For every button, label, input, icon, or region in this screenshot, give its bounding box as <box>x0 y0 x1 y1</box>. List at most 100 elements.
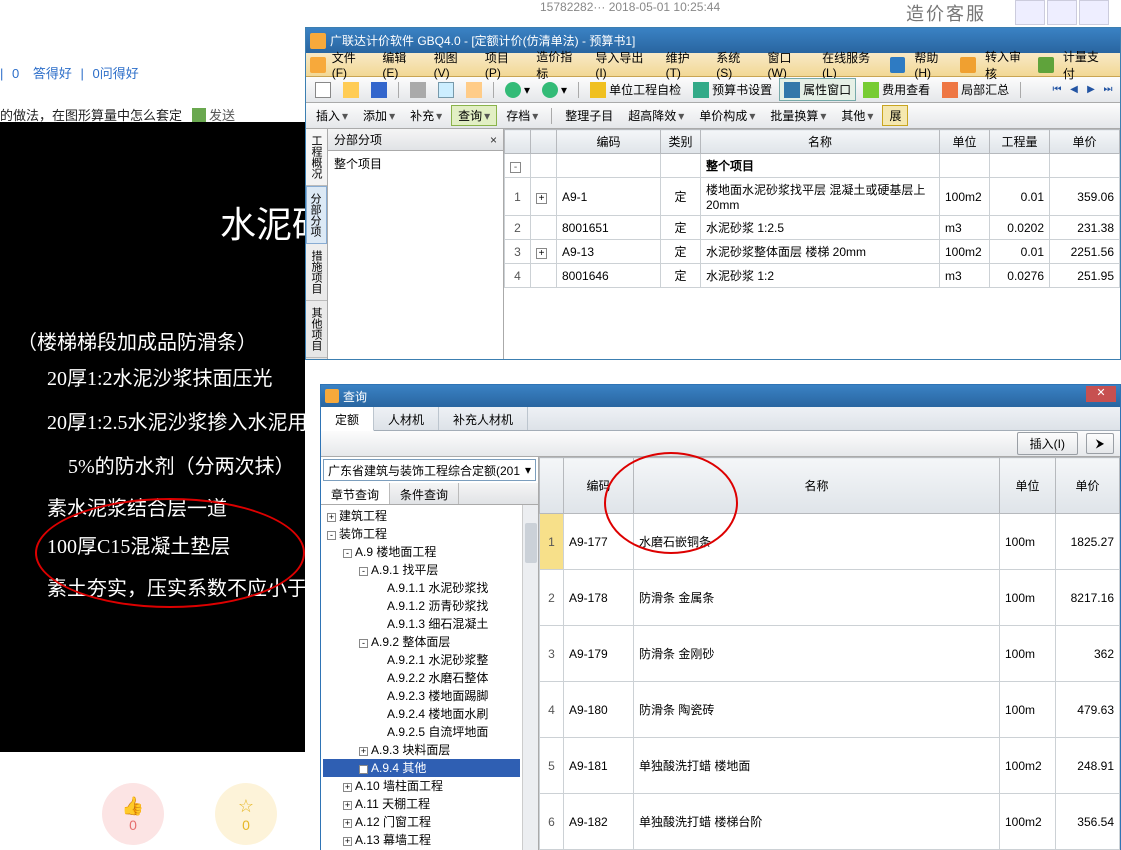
avatar[interactable] <box>1079 0 1109 25</box>
table-row[interactable]: 3A9-179防滑条 金刚砂100m362 <box>540 626 1120 682</box>
col-rownum[interactable] <box>505 130 531 154</box>
menu-edit[interactable]: 编辑(E) <box>376 46 427 83</box>
vtab-sections[interactable]: 分部分项 <box>306 186 327 244</box>
tree-node[interactable]: A.9.2.5 自流坪地面 <box>323 723 520 741</box>
tree-node[interactable]: A.9.2.3 楼地面踢脚 <box>323 687 520 705</box>
good-answer-label[interactable]: 答得好 <box>33 66 72 81</box>
prop-window-button[interactable]: 属性窗口 <box>779 78 856 101</box>
menu-view[interactable]: 视图(V) <box>428 46 479 83</box>
star-button[interactable]: ☆ 0 <box>215 783 277 845</box>
open-button[interactable] <box>338 79 364 101</box>
menu-file[interactable]: 文件(F) <box>326 46 377 83</box>
vtab-other[interactable]: 其他项目 <box>306 301 327 358</box>
redo-button[interactable]: ▾ <box>537 79 572 101</box>
expand-button[interactable]: ⮞ <box>1086 433 1114 454</box>
col-unit[interactable]: 单位 <box>940 130 990 154</box>
paste-button[interactable] <box>461 79 487 101</box>
avatar[interactable] <box>1047 0 1077 25</box>
tree-node[interactable]: A.9.1.1 水泥砂浆找 <box>323 579 520 597</box>
good-question-link[interactable]: 0问得好 <box>92 66 138 81</box>
tree-node[interactable]: +A.9.3 块料面层 <box>323 741 520 759</box>
tree-node[interactable]: A.9.1.3 细石混凝土 <box>323 615 520 633</box>
tree-node[interactable]: +建筑工程 <box>323 507 520 525</box>
tree-node[interactable]: +A.9.4 其他 <box>323 759 520 777</box>
chapter-tree[interactable]: +建筑工程-装饰工程-A.9 楼地面工程-A.9.1 找平层A.9.1.1 水泥… <box>321 505 522 850</box>
tree-node[interactable]: -A.9.2 整体面层 <box>323 633 520 651</box>
table-row[interactable]: 5A9-181单独酸洗打蜡 楼地面100m2248.91 <box>540 738 1120 794</box>
nav-prev[interactable]: ◀ <box>1066 83 1082 97</box>
save-button[interactable] <box>366 79 392 101</box>
cost-view-button[interactable]: 费用查看 <box>858 78 935 101</box>
fill-dropdown[interactable]: 补充 <box>404 105 448 126</box>
compose-dropdown[interactable]: 单价构成 <box>693 105 761 126</box>
batch-dropdown[interactable]: 批量换算 <box>764 105 832 126</box>
table-row[interactable]: 6A9-182单独酸洗打蜡 楼梯台阶100m2356.54 <box>540 794 1120 850</box>
tree-node[interactable]: A.9.2.4 楼地面水刷 <box>323 705 520 723</box>
local-sum-button[interactable]: 局部汇总 <box>937 78 1014 101</box>
tab-material[interactable]: 人材机 <box>374 407 439 430</box>
tree-node[interactable]: +A.13 幕墙工程 <box>323 831 520 849</box>
menu-project[interactable]: 项目(P) <box>479 46 530 83</box>
tree-node[interactable]: A.9.2.2 水磨石整体 <box>323 669 520 687</box>
undo-button[interactable]: ▾ <box>500 79 535 101</box>
table-row[interactable]: 3+A9-13定水泥砂浆整体面层 楼梯 20mm100m20.012251.56 <box>505 240 1120 264</box>
insert-dropdown[interactable]: 插入 <box>310 105 354 126</box>
save-dropdown[interactable]: 存档 <box>500 105 544 126</box>
tab-quota[interactable]: 定额 <box>321 407 374 431</box>
query-dropdown[interactable]: 查询 <box>451 105 497 126</box>
table-row[interactable]: 1+A9-1定楼地面水泥砂浆找平层 混凝土或硬基层上 20mm100m20.01… <box>505 178 1120 216</box>
avatar[interactable] <box>1015 0 1045 25</box>
table-row[interactable]: -整个项目 <box>505 154 1120 178</box>
query-title-bar[interactable]: 查询 ✕ <box>321 385 1120 407</box>
table-row[interactable]: 4A9-180防滑条 陶瓷砖100m479.63 <box>540 682 1120 738</box>
table-row[interactable]: 28001651定水泥砂浆 1:2.5m30.0202231.38 <box>505 216 1120 240</box>
tree-node[interactable]: -A.9.1 找平层 <box>323 561 520 579</box>
tree-node[interactable]: +A.12 门窗工程 <box>323 813 520 831</box>
vtab-overview[interactable]: 工程概况 <box>306 129 327 186</box>
col-exp[interactable] <box>531 130 557 154</box>
project-tree[interactable]: 整个项目 <box>328 151 503 359</box>
add-dropdown[interactable]: 添加 <box>357 105 401 126</box>
scrollbar[interactable] <box>522 505 538 850</box>
tree-node[interactable]: A.9.1.2 沥青砂浆找 <box>323 597 520 615</box>
tree-node[interactable]: -装饰工程 <box>323 525 520 543</box>
col-price[interactable]: 单价 <box>1056 458 1120 514</box>
col-name[interactable]: 名称 <box>701 130 940 154</box>
tree-node[interactable]: A.9.2.1 水泥砂浆整 <box>323 651 520 669</box>
expand-button[interactable]: 展 <box>882 105 908 126</box>
new-button[interactable] <box>310 79 336 101</box>
subtab-condition[interactable]: 条件查询 <box>390 483 459 504</box>
table-row[interactable]: 48001646定水泥砂浆 1:2m30.0276251.95 <box>505 264 1120 288</box>
unit-check-button[interactable]: 单位工程自检 <box>585 78 686 101</box>
col-unit[interactable]: 单位 <box>1000 458 1056 514</box>
insert-button[interactable]: 插入(I) <box>1017 432 1078 455</box>
menu-calc[interactable]: 计量支付 <box>1057 45 1116 85</box>
col-price[interactable]: 单价 <box>1050 130 1120 154</box>
nav-first[interactable]: ⏮ <box>1049 83 1065 97</box>
tree-node[interactable]: +A.10 墙柱面工程 <box>323 777 520 795</box>
col-qty[interactable]: 工程量 <box>990 130 1050 154</box>
tree-node[interactable]: +A.11 天棚工程 <box>323 795 520 813</box>
other-dropdown[interactable]: 其他 <box>835 105 879 126</box>
tree-node[interactable]: -A.9 楼地面工程 <box>323 543 520 561</box>
quota-book-dropdown[interactable]: 广东省建筑与装饰工程综合定额(201 ▾ <box>323 459 536 481</box>
vtab-measures[interactable]: 措施项目 <box>306 244 327 301</box>
close-icon[interactable]: × <box>490 133 497 147</box>
budget-set-button[interactable]: 预算书设置 <box>688 78 777 101</box>
table-row[interactable]: 2A9-178防滑条 金属条100m8217.16 <box>540 570 1120 626</box>
tidy-button[interactable]: 整理子目 <box>559 105 619 126</box>
col-rownum[interactable] <box>540 458 564 514</box>
thumbs-up-button[interactable]: 👍 0 <box>102 783 164 845</box>
cut-button[interactable] <box>405 79 431 101</box>
close-button[interactable]: ✕ <box>1086 386 1116 402</box>
col-code[interactable]: 编码 <box>557 130 661 154</box>
nav-next[interactable]: ▶ <box>1083 83 1099 97</box>
tree-root[interactable]: 整个项目 <box>334 157 382 171</box>
main-grid-table[interactable]: 编码 类别 名称 单位 工程量 单价 -整个项目1+A9-1定楼地面水泥砂浆找平… <box>504 129 1120 288</box>
copy-button[interactable] <box>433 79 459 101</box>
hd-dropdown[interactable]: 超高降效 <box>622 105 690 126</box>
nav-last[interactable]: ⏭ <box>1100 83 1116 97</box>
subtab-chapter[interactable]: 章节查询 <box>321 483 390 504</box>
tab-supplement[interactable]: 补充人材机 <box>439 407 528 430</box>
col-type[interactable]: 类别 <box>661 130 701 154</box>
